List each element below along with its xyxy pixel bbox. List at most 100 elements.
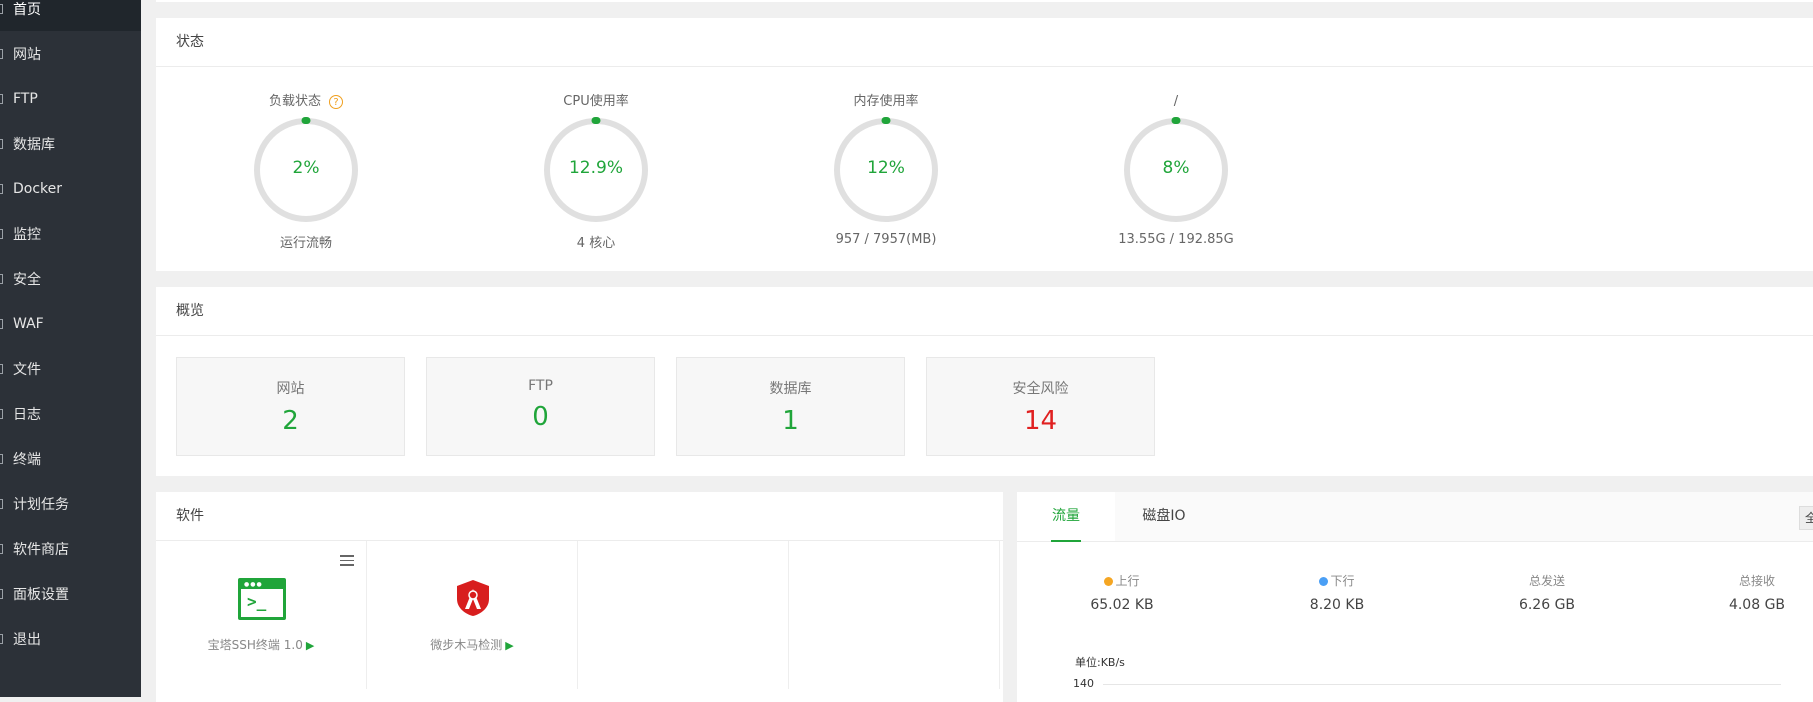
- traffic-tabs: 流量 磁盘IO 全: [1017, 492, 1813, 542]
- chart-tick-label: 140: [1073, 677, 1094, 690]
- software-item-ssh-terminal[interactable]: ●●● >_ 宝塔SSH终端 1.0 ▶: [156, 541, 367, 689]
- sidebar-item-settings[interactable]: 面板设置: [0, 571, 141, 616]
- ftp-icon: [0, 93, 3, 104]
- sidebar-item-home[interactable]: 首页: [0, 0, 141, 31]
- tab-traffic[interactable]: 流量: [1017, 492, 1115, 542]
- memory-gauge[interactable]: 内存使用率 12% 957 / 7957(MB): [806, 92, 966, 247]
- help-icon[interactable]: ?: [329, 94, 343, 109]
- overview-label: 安全风险: [1012, 381, 1069, 397]
- overview-value: 0: [532, 402, 549, 432]
- home-icon: [0, 3, 3, 14]
- upstream-bullet-icon: [1104, 577, 1114, 586]
- gauge-title: /: [1173, 94, 1179, 109]
- sidebar-item-waf[interactable]: WAF: [0, 301, 141, 346]
- overview-label: 网站: [276, 381, 305, 397]
- sidebar-item-terminal[interactable]: 终端: [0, 436, 141, 481]
- gauge-ring: 8%: [1124, 117, 1228, 222]
- divider: [156, 66, 1813, 67]
- play-icon[interactable]: ▶: [306, 639, 314, 652]
- traffic-card: 流量 磁盘IO 全 上行 65.02 KB 下行 8.20 KB 总发送 6.2…: [1017, 492, 1813, 702]
- overview-security-risk[interactable]: 安全风险 14: [926, 357, 1155, 456]
- all-button[interactable]: 全: [1799, 506, 1813, 530]
- gauge-indicator: [1171, 117, 1181, 124]
- overview-title: 概览: [176, 303, 204, 319]
- overview-ftp[interactable]: FTP 0: [426, 357, 655, 456]
- status-title: 状态: [176, 34, 204, 50]
- gauge-value: 2%: [292, 158, 320, 178]
- stat-total-sent: 总发送 6.26 GB: [1487, 572, 1607, 613]
- gauge-title: CPU使用率: [563, 94, 629, 109]
- gauge-ring: 12.9%: [544, 117, 648, 222]
- load-gauge[interactable]: 负载状态? 2% 运行流畅: [226, 92, 386, 251]
- downstream-bullet-icon: [1319, 577, 1329, 586]
- gauge-subtitle: 运行流畅: [279, 236, 332, 251]
- top-card: [156, 0, 1813, 2]
- gauge-indicator: [591, 117, 601, 124]
- gauge-value: 8%: [1162, 158, 1190, 178]
- overview-database[interactable]: 数据库 1: [676, 357, 905, 456]
- software-card: 软件 ●●● >_ 宝塔SSH终端 1.0 ▶ 微步木马检测 ▶: [156, 492, 1003, 702]
- software-name: 微步木马检测 ▶: [430, 638, 514, 652]
- software-slot-empty: [789, 541, 1000, 689]
- gauge-subtitle: 957 / 7957(MB): [835, 232, 937, 247]
- terminal-icon: ●●● >_: [238, 578, 286, 620]
- sidebar-item-store[interactable]: 软件商店: [0, 526, 141, 571]
- terminal-icon: [0, 453, 3, 464]
- gear-icon: [0, 588, 3, 599]
- play-icon[interactable]: ▶: [505, 639, 513, 652]
- overview-label: FTP: [528, 378, 553, 394]
- store-icon: [0, 543, 3, 554]
- stat-value: 4.08 GB: [1728, 597, 1786, 613]
- sidebar-item-websites[interactable]: 网站: [0, 31, 141, 76]
- sidebar-item-security[interactable]: 安全: [0, 256, 141, 301]
- monitor-icon: [0, 228, 3, 239]
- overview-card: 概览 网站 2 FTP 0 数据库 1 安全风险 14: [156, 287, 1813, 476]
- gauge-indicator: [881, 117, 891, 124]
- overview-value: 2: [282, 406, 299, 436]
- sidebar-item-database[interactable]: 数据库: [0, 121, 141, 166]
- sidebar-item-cron[interactable]: 计划任务: [0, 481, 141, 526]
- stat-downstream: 下行 8.20 KB: [1277, 572, 1397, 613]
- docker-icon: [0, 183, 3, 194]
- sidebar: 首页 网站 FTP 数据库 Docker 监控 安全 WAF 文件 日志 终端: [0, 0, 141, 697]
- sidebar-item-ftp[interactable]: FTP: [0, 76, 141, 121]
- software-name: 宝塔SSH终端 1.0 ▶: [207, 638, 315, 652]
- chart-unit-label: 单位:KB/s: [1075, 656, 1125, 669]
- overview-label: 数据库: [769, 381, 812, 397]
- sidebar-item-files[interactable]: 文件: [0, 346, 141, 391]
- chart-gridline: [1103, 684, 1781, 685]
- sidebar-item-monitor[interactable]: 监控: [0, 211, 141, 256]
- gauge-indicator: [301, 117, 311, 124]
- stat-value: 6.26 GB: [1518, 597, 1576, 613]
- sidebar-item-logout[interactable]: 退出: [0, 616, 141, 661]
- shield-icon: [457, 580, 489, 616]
- software-slot-empty: [578, 541, 789, 689]
- database-icon: [0, 138, 3, 149]
- disk-gauge[interactable]: / 8% 13.55G / 192.85G: [1096, 92, 1256, 247]
- logout-icon: [0, 633, 3, 644]
- stat-total-received: 总接收 4.08 GB: [1697, 572, 1813, 613]
- gauge-title: 负载状态?: [226, 92, 386, 112]
- gauge-value: 12.9%: [568, 158, 623, 178]
- stat-value: 8.20 KB: [1309, 597, 1365, 613]
- gauge-value: 12%: [867, 158, 905, 178]
- gauge-title: 内存使用率: [853, 94, 919, 109]
- clock-icon: [0, 498, 3, 509]
- stat-value: 65.02 KB: [1090, 597, 1154, 613]
- shield-icon: [0, 273, 3, 284]
- overview-websites[interactable]: 网站 2: [176, 357, 405, 456]
- firewall-icon: [0, 318, 3, 329]
- tab-disk-io[interactable]: 磁盘IO: [1115, 492, 1213, 541]
- gauge-ring: 12%: [834, 117, 938, 222]
- sidebar-item-logs[interactable]: 日志: [0, 391, 141, 436]
- gauge-ring: 2%: [254, 117, 358, 222]
- menu-icon[interactable]: [340, 555, 354, 569]
- folder-icon: [0, 363, 3, 374]
- globe-icon: [0, 48, 3, 59]
- gauge-subtitle: 4 核心: [576, 236, 616, 251]
- overview-value: 1: [782, 406, 799, 436]
- divider: [156, 335, 1813, 336]
- software-item-trojan-detect[interactable]: 微步木马检测 ▶: [367, 541, 578, 689]
- cpu-gauge[interactable]: CPU使用率 12.9% 4 核心: [516, 92, 676, 251]
- sidebar-item-docker[interactable]: Docker: [0, 166, 141, 211]
